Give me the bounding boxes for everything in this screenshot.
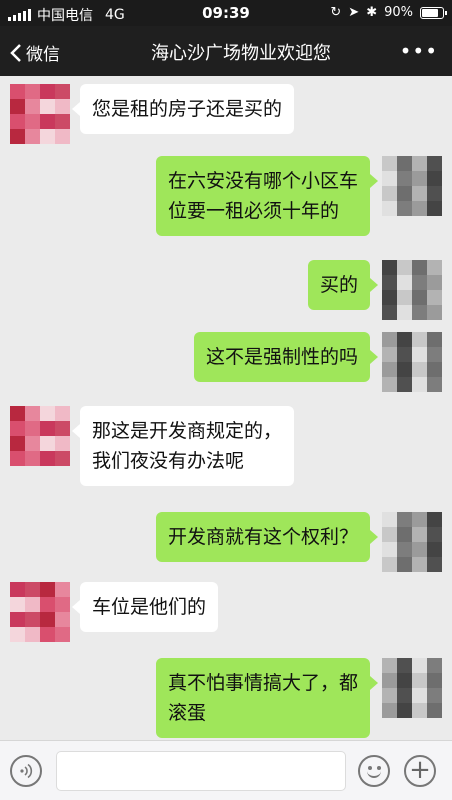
message-text: 那这是开发商规定的，: [92, 420, 283, 442]
rotation-lock-icon: ↻: [330, 5, 342, 20]
message-input[interactable]: [56, 751, 346, 791]
battery-icon: [420, 6, 447, 19]
message-text: 开发商就有这个权利？: [167, 526, 358, 548]
message-bubble[interactable]: 这不是强制性的吗: [193, 332, 379, 382]
user-avatar[interactable]: [382, 156, 442, 216]
message-text: 滚蛋: [167, 702, 206, 724]
contact-avatar[interactable]: [10, 406, 70, 466]
message-bubble[interactable]: 开发商就有这个权利？: [155, 512, 379, 562]
emoji-button[interactable]: [358, 755, 390, 787]
ellipsis-icon: •••: [399, 39, 438, 63]
location-icon: ➤: [348, 5, 360, 20]
user-avatar[interactable]: [382, 260, 442, 320]
plus-icon: +: [409, 755, 431, 785]
message-text: 在六安没有哪个小区车: [167, 170, 358, 192]
status-bar: 中国电信 4G 09:39 ↻ ➤ ✱ 90%: [0, 0, 452, 26]
user-avatar[interactable]: [382, 512, 442, 572]
user-avatar[interactable]: [382, 332, 442, 392]
chevron-left-icon: [10, 43, 21, 62]
message-bubble[interactable]: 车位是他们的: [71, 582, 219, 632]
bluetooth-icon: ✱: [366, 5, 378, 20]
voice-button[interactable]: [10, 755, 42, 787]
message-text: 位要一租必须十年的: [167, 200, 339, 222]
chat-title: 海心沙广场物业欢迎您: [151, 43, 331, 64]
message-text: 这不是强制性的吗: [205, 346, 358, 368]
message-bubble[interactable]: 买的: [307, 260, 379, 310]
back-label: 微信: [26, 45, 60, 65]
message-bubble[interactable]: 真不怕事情搞大了，都 滚蛋: [155, 658, 379, 738]
back-button[interactable]: 微信: [10, 40, 60, 65]
message-text: 您是租的房子还是买的: [92, 98, 283, 120]
chat-history[interactable]: 您是租的房子还是买的在六安没有哪个小区车 位要一租必须十年的买的这不是强制性的吗那…: [0, 76, 452, 740]
contact-avatar[interactable]: [10, 582, 70, 642]
contact-avatar[interactable]: [10, 84, 70, 144]
input-bar: +: [0, 740, 452, 800]
more-button[interactable]: •••: [400, 39, 438, 63]
message-text: 买的: [319, 274, 358, 296]
user-avatar[interactable]: [382, 658, 442, 718]
message-bubble[interactable]: 那这是开发商规定的， 我们夜没有办法呢: [71, 406, 295, 486]
message-text: 车位是他们的: [92, 596, 207, 618]
status-right: ↻ ➤ ✱ 90%: [330, 5, 447, 20]
voice-icon: [20, 763, 33, 779]
emoji-icon-mouth: [367, 770, 381, 778]
more-actions-button[interactable]: +: [404, 755, 436, 787]
battery-percent: 90%: [384, 5, 413, 20]
message-text: 我们夜没有办法呢: [92, 450, 245, 472]
nav-bar: 微信 海心沙广场物业欢迎您 •••: [0, 26, 452, 76]
message-bubble[interactable]: 在六安没有哪个小区车 位要一租必须十年的: [155, 156, 379, 236]
message-text: 真不怕事情搞大了，都: [167, 672, 358, 694]
message-bubble[interactable]: 您是租的房子还是买的: [71, 84, 295, 134]
